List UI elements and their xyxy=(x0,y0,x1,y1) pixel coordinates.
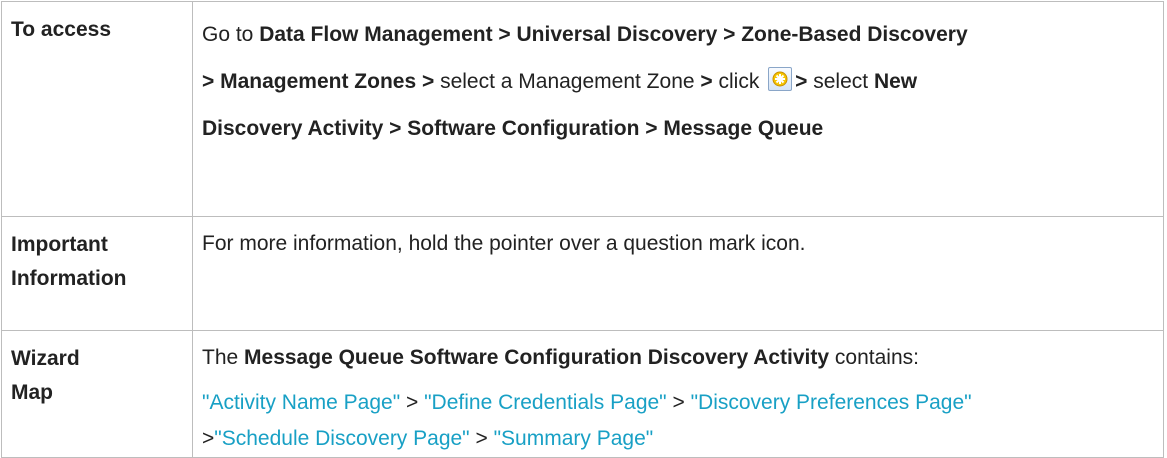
access-bold-1: Data Flow Management > Universal Discove… xyxy=(259,23,968,46)
wizard-steps: "Activity Name Page" > "Define Credentia… xyxy=(202,391,972,450)
access-bold-6: Discovery Activity > Software Configurat… xyxy=(202,117,824,140)
access-text-1: Go to xyxy=(202,23,260,46)
link-activity-name-page[interactable]: "Activity Name Page" xyxy=(202,391,400,414)
important-information-text: For more information, hold the pointer o… xyxy=(192,216,1164,331)
access-bold-2: > Management Zones > xyxy=(202,70,435,93)
link-schedule-discovery-page[interactable]: "Schedule Discovery Page" xyxy=(214,427,469,450)
link-define-credentials-page[interactable]: "Define Credentials Page" xyxy=(424,391,667,414)
row-wizard-map: Wizard Map The Message Queue Software Co… xyxy=(1,330,1164,458)
access-text-4: select xyxy=(807,70,874,93)
access-bold-5: New xyxy=(873,70,918,93)
link-discovery-preferences-page[interactable]: "Discovery Preferences Page" xyxy=(691,391,972,414)
row-important-information: Important Information For more informati… xyxy=(1,216,1164,331)
header-important-information: Important Information xyxy=(1,216,193,331)
wizard-intro: The Message Queue Software Configuration… xyxy=(202,346,919,369)
access-text-2: select a Management Zone xyxy=(434,70,701,93)
access-path: Go to Data Flow Management > Universal D… xyxy=(192,1,1164,217)
wizard-activity-name: Message Queue Software Configuration Dis… xyxy=(244,346,830,369)
row-to-access: To access Go to Data Flow Management > U… xyxy=(1,1,1164,217)
header-to-access: To access xyxy=(1,1,193,217)
header-wizard-map: Wizard Map xyxy=(1,330,193,458)
link-summary-page[interactable]: "Summary Page" xyxy=(494,427,654,450)
wizard-map-content: The Message Queue Software Configuration… xyxy=(192,330,1164,458)
new-activity-icon xyxy=(768,67,793,91)
access-bold-4: > xyxy=(795,70,808,93)
access-bold-3: > xyxy=(700,70,713,93)
access-text-3: click xyxy=(712,70,766,93)
info-table: To access Go to Data Flow Management > U… xyxy=(1,1,1164,458)
